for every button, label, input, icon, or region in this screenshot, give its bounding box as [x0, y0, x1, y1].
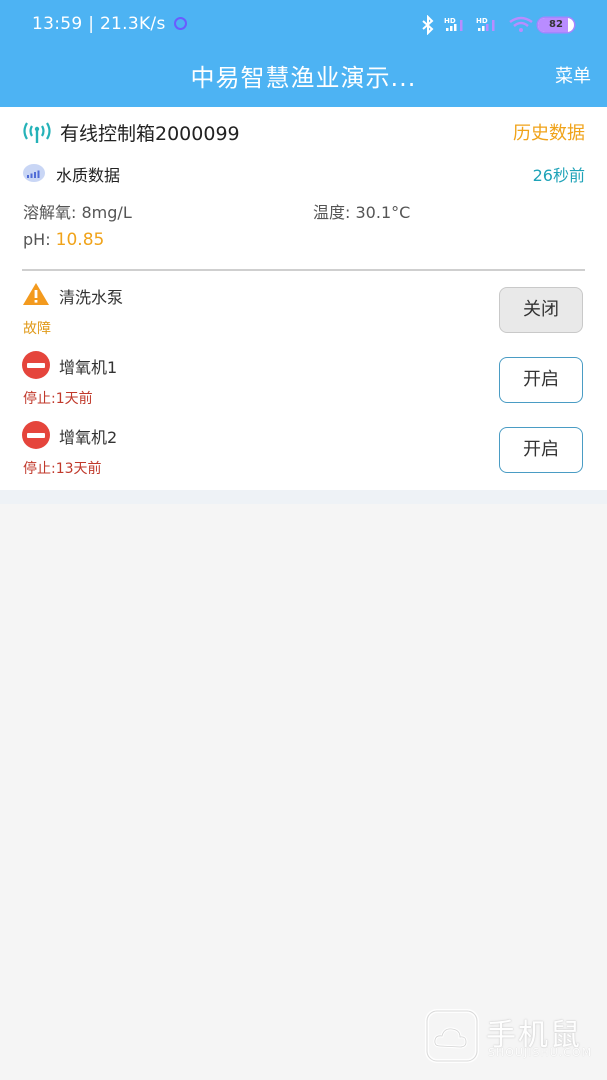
warning-icon: [23, 283, 49, 305]
stop-icon: [22, 351, 50, 379]
dissolved-oxygen-label: 溶解氧:: [23, 203, 77, 222]
svg-text:HD: HD: [476, 17, 488, 25]
menu-button[interactable]: 菜单: [555, 62, 591, 88]
temperature-label: 温度:: [313, 203, 351, 222]
status-bar: 13:59 | 21.3K/s HD HD 82: [0, 0, 607, 50]
pump-close-button[interactable]: 关闭: [499, 287, 583, 333]
water-quality-title: 水质数据: [56, 166, 121, 185]
antenna-signal-icon: [23, 122, 51, 143]
watermark-logo: 手机鼠 SHOUJISHU.COM: [424, 1008, 594, 1066]
wifi-icon: [509, 16, 533, 32]
ph: pH: 10.85: [23, 230, 104, 250]
hd-signal-icon: HD: [476, 17, 495, 31]
battery-percent: 82: [549, 19, 563, 30]
ph-label: pH:: [23, 230, 51, 249]
watermark-subtext: SHOUJISHU.COM: [488, 1046, 593, 1059]
equipment-status: 停止:1天前: [23, 391, 93, 407]
water-quality-icon: [23, 164, 45, 182]
notification-ring-icon: [174, 17, 187, 30]
dissolved-oxygen: 溶解氧: 8mg/L: [23, 199, 132, 223]
divider: [22, 269, 585, 271]
bluetooth-icon: [422, 15, 434, 35]
device-header: 有线控制箱2000099 历史数据: [22, 118, 585, 146]
aerator-2-open-button[interactable]: 开启: [499, 427, 583, 473]
equipment-status: 停止:13天前: [23, 461, 102, 477]
equipment-status: 故障: [23, 321, 51, 337]
history-data-link[interactable]: 历史数据: [513, 119, 585, 145]
ph-value: 10.85: [55, 230, 105, 250]
equipment-name: 增氧机2: [59, 428, 118, 447]
water-quality-updated: 26秒前: [532, 166, 585, 185]
status-time: 13:59 | 21.3K/s: [32, 14, 166, 34]
page-title: 中易智慧渔业演示...: [190, 64, 417, 92]
hd-signal-icon: HD: [444, 17, 463, 31]
stop-icon: [22, 421, 50, 449]
temperature-value: 30.1°C: [355, 203, 411, 222]
watermark-icon: [425, 1009, 479, 1063]
dissolved-oxygen-value: 8mg/L: [81, 203, 132, 222]
temperature: 温度: 30.1°C: [313, 199, 410, 223]
equipment-name: 增氧机1: [59, 358, 118, 377]
app-header: 13:59 | 21.3K/s HD HD 82 中易智慧渔业演示... 菜单: [0, 0, 607, 107]
battery-icon: 82: [538, 18, 574, 32]
aerator-1-open-button[interactable]: 开启: [499, 357, 583, 403]
equipment-name: 清洗水泵: [59, 288, 124, 307]
status-net-speed: 21.3K/s: [99, 14, 166, 34]
device-name: 有线控制箱2000099: [60, 123, 240, 145]
water-quality-header: 水质数据 26秒前: [22, 162, 585, 186]
svg-text:HD: HD: [444, 17, 456, 25]
section-separator: [0, 490, 607, 504]
status-clock: 13:59: [32, 14, 83, 34]
